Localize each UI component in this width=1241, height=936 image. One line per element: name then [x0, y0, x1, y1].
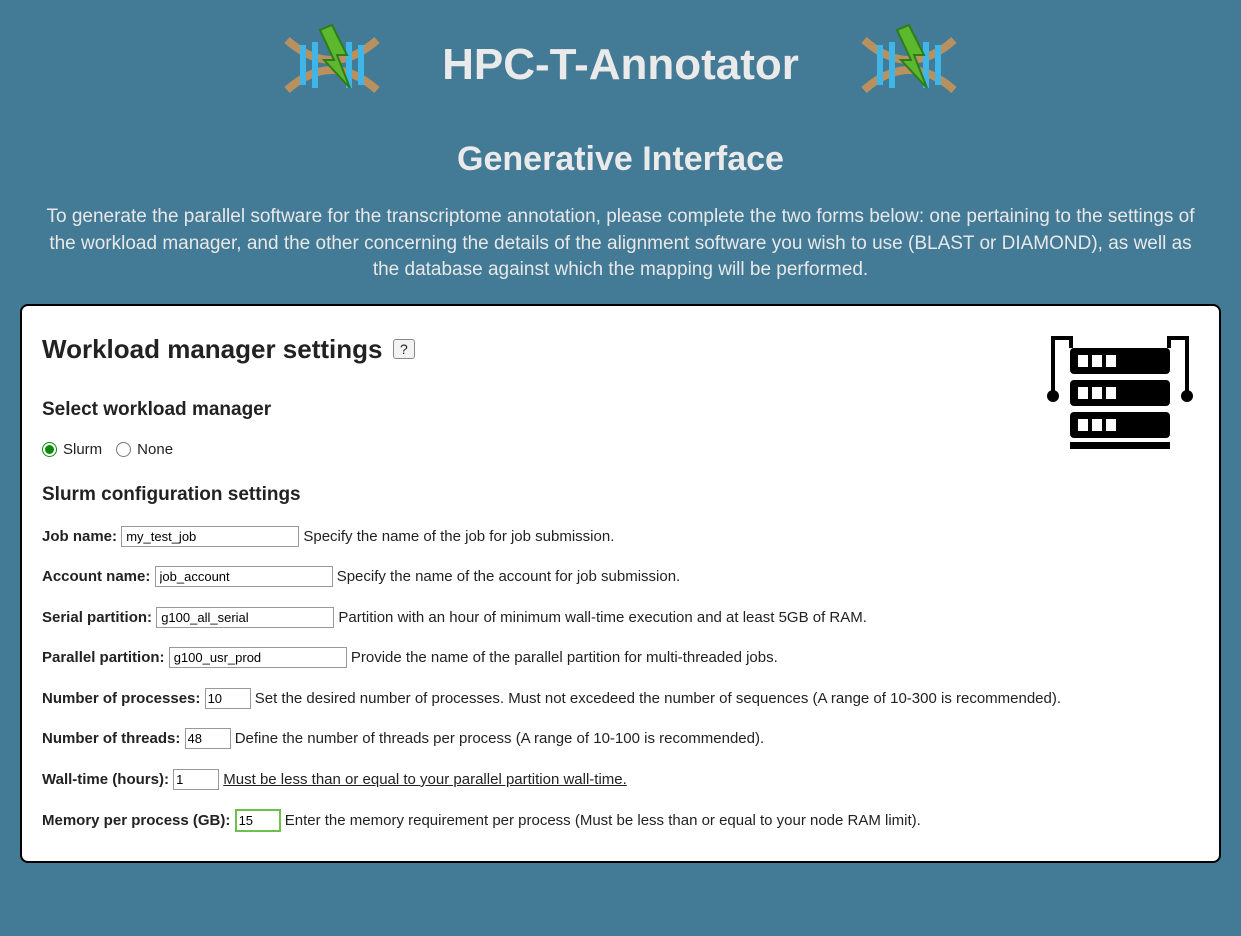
- walltime-input[interactable]: [173, 769, 219, 790]
- processes-hint: Set the desired number of processes. Mus…: [255, 690, 1061, 707]
- account-input[interactable]: [155, 566, 333, 587]
- manager-radio-group: Slurm None: [42, 441, 1199, 458]
- memory-input[interactable]: [235, 809, 281, 832]
- memory-label: Memory per process (GB):: [42, 812, 230, 829]
- radio-none[interactable]: [116, 442, 131, 457]
- page-header: HPC-T-Annotator Generative Interface To …: [0, 0, 1241, 284]
- walltime-hint: Must be less than or equal to your paral…: [223, 771, 627, 788]
- threads-input[interactable]: [185, 728, 231, 749]
- slurm-config-heading: Slurm configuration settings: [42, 484, 1199, 506]
- intro-text: To generate the parallel software for th…: [21, 204, 1221, 284]
- field-walltime: Wall-time (hours): Must be less than or …: [42, 769, 1199, 792]
- processes-input[interactable]: [205, 688, 251, 709]
- job-name-label: Job name:: [42, 528, 117, 545]
- server-rack-icon: [1045, 330, 1195, 460]
- page-title: HPC-T-Annotator: [442, 40, 799, 90]
- field-memory: Memory per process (GB): Enter the memor…: [42, 809, 1199, 833]
- job-name-input[interactable]: [121, 526, 299, 547]
- field-processes: Number of processes: Set the desired num…: [42, 688, 1199, 711]
- field-threads: Number of threads: Define the number of …: [42, 728, 1199, 751]
- card-title: Workload manager settings: [42, 334, 383, 365]
- logo-left-icon: [282, 20, 382, 110]
- help-button[interactable]: ?: [393, 339, 415, 359]
- walltime-label: Wall-time (hours):: [42, 771, 169, 788]
- radio-none-label: None: [137, 441, 173, 458]
- field-parallel-partition: Parallel partition: Provide the name of …: [42, 647, 1199, 670]
- memory-hint: Enter the memory requirement per process…: [285, 812, 921, 829]
- select-manager-heading: Select workload manager: [42, 399, 1199, 421]
- field-serial-partition: Serial partition: Partition with an hour…: [42, 607, 1199, 630]
- radio-slurm[interactable]: [42, 442, 57, 457]
- processes-label: Number of processes:: [42, 690, 200, 707]
- job-name-hint: Specify the name of the job for job subm…: [303, 528, 614, 545]
- parallel-input[interactable]: [169, 647, 347, 668]
- field-job-name: Job name: Specify the name of the job fo…: [42, 526, 1199, 549]
- serial-hint: Partition with an hour of minimum wall-t…: [338, 609, 867, 626]
- field-account: Account name: Specify the name of the ac…: [42, 566, 1199, 589]
- threads-label: Number of threads:: [42, 730, 180, 747]
- serial-label: Serial partition:: [42, 609, 152, 626]
- threads-hint: Define the number of threads per process…: [235, 730, 764, 747]
- page-subtitle: Generative Interface: [0, 140, 1241, 179]
- account-label: Account name:: [42, 568, 150, 585]
- account-hint: Specify the name of the account for job …: [337, 568, 681, 585]
- workload-settings-card: Workload manager settings ? Select workl…: [20, 304, 1221, 863]
- parallel-hint: Provide the name of the parallel partiti…: [351, 649, 778, 666]
- logo-right-icon: [859, 20, 959, 110]
- parallel-label: Parallel partition:: [42, 649, 165, 666]
- radio-slurm-label: Slurm: [63, 441, 102, 458]
- serial-input[interactable]: [156, 607, 334, 628]
